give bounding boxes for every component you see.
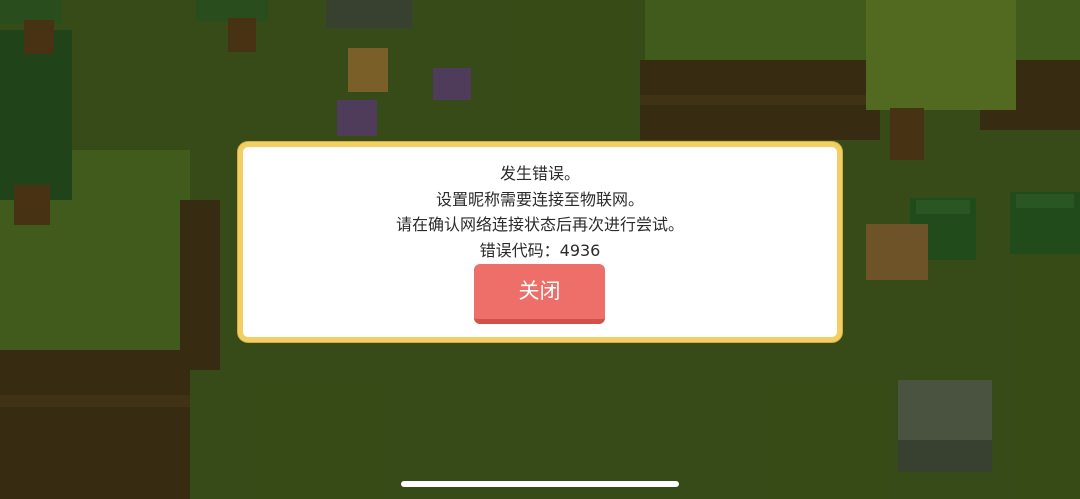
home-indicator[interactable]: [401, 481, 679, 487]
error-description: 设置昵称需要连接至物联网。: [435, 189, 644, 209]
error-dialog: 发生错误。 设置昵称需要连接至物联网。 请在确认网络连接状态后再次进行尝试。 错…: [238, 142, 842, 342]
error-instruction: 请在确认网络连接状态后再次进行尝试。: [395, 215, 684, 234]
close-button[interactable]: 关闭: [474, 264, 605, 324]
error-code-label: 错误代码：: [479, 240, 560, 260]
error-message: 发生错误。 设置昵称需要连接至物联网。 请在确认网络连接状态后再次进行尝试。 错…: [243, 161, 837, 263]
error-code-value: 4936: [559, 240, 601, 260]
error-code-line: 错误代码：4936: [243, 238, 837, 264]
error-title: 发生错误。: [499, 164, 580, 183]
